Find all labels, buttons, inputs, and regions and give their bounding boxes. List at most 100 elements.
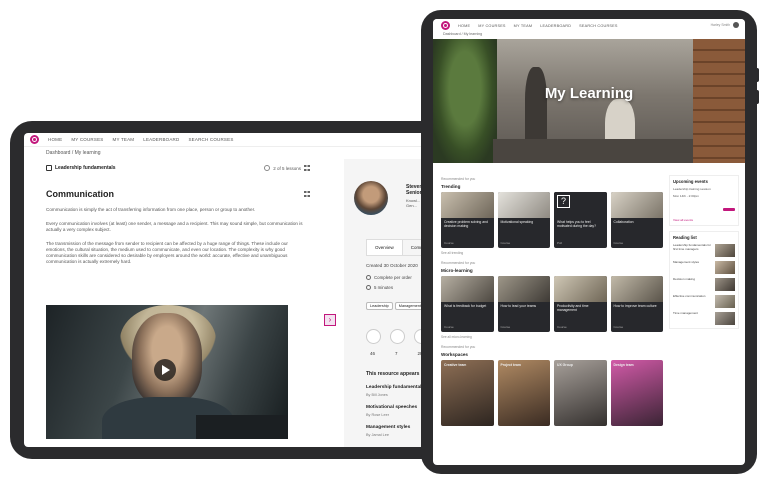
card-thumbnail (497, 276, 550, 302)
course-card[interactable]: How to lead your teams Course (497, 276, 550, 332)
card-type: Course (444, 241, 454, 245)
course-card[interactable]: Collaboration Course (610, 192, 663, 248)
tab-overview[interactable]: Overview (366, 239, 403, 256)
section-kicker: Recommended for you (441, 261, 476, 265)
nav-leaderboard[interactable]: LEADERBOARD (540, 24, 571, 28)
nav-my-team[interactable]: MY TEAM (514, 24, 533, 28)
register-button[interactable] (723, 208, 735, 211)
brand-logo-icon[interactable] (30, 135, 39, 144)
breadcrumb[interactable]: Dashboard / My learning (24, 147, 432, 159)
course-page-screen: HOME MY COURSES MY TEAM LEADERBOARD SEAR… (24, 133, 432, 447)
workspace-card[interactable]: Project team (497, 360, 550, 426)
nav-search-courses[interactable]: SEARCH COURSES (188, 137, 233, 142)
nav-leaderboard[interactable]: LEADERBOARD (143, 137, 179, 142)
list-item[interactable]: Decision making (673, 277, 735, 291)
related-course-title[interactable]: Management styles (366, 425, 410, 430)
nav-search-courses[interactable]: SEARCH COURSES (579, 24, 617, 28)
card-thumbnail (441, 360, 494, 426)
card-title: UX Group (557, 363, 573, 367)
comment-count: 7 (395, 351, 398, 356)
hero-desk (493, 139, 693, 163)
volume-button (755, 90, 759, 104)
card-thumbnail (497, 360, 550, 426)
poll-card[interactable]: ? What helps you to feel motivated durin… (554, 192, 607, 248)
course-card[interactable]: Productivity and time management Course (554, 276, 607, 332)
volume-button (755, 68, 759, 82)
related-course-title[interactable]: Motivational speeches (366, 405, 417, 410)
lesson-paragraph: Every communication involves (at least) … (46, 221, 303, 232)
card-thumbnail: ? (554, 192, 607, 218)
tag-leadership[interactable]: Leadership (366, 302, 393, 310)
lesson-video[interactable] (46, 305, 288, 439)
course-icon (46, 165, 52, 171)
hero-banner: My Learning (433, 39, 745, 163)
lesson-title: Communication (46, 189, 115, 199)
card-title: Creative team (444, 363, 467, 367)
landscape-tablet: HOME MY COURSES MY TEAM LEADERBOARD SEAR… (10, 121, 446, 459)
nav-home[interactable]: HOME (48, 137, 62, 142)
reading-list: Reading list Leadership fundamentals for… (669, 231, 739, 329)
course-card[interactable]: Creative problem solving and decision ma… (441, 192, 494, 248)
section-title: Workspaces (441, 352, 468, 357)
lesson-menu-icon[interactable] (304, 191, 310, 197)
my-learning-screen: HOME MY COURSES MY TEAM LEADERBOARD SEAR… (433, 19, 745, 465)
reading-thumbnail (715, 295, 735, 308)
card-thumbnail (554, 276, 607, 302)
course-card[interactable]: How to improve team culture Course (610, 276, 663, 332)
nav-home[interactable]: HOME (458, 24, 470, 28)
course-title[interactable]: Leadership fundamentals (46, 165, 116, 171)
course-card[interactable]: What is feedback for budget Course (441, 276, 494, 332)
breadcrumb[interactable]: Dashboard / My learning (433, 32, 745, 39)
card-title: Project team (500, 363, 521, 367)
list-item[interactable]: Time management (673, 311, 735, 325)
card-thumbnail (610, 360, 663, 426)
comment-button[interactable] (390, 329, 405, 344)
appears-in-heading: This resource appears in: (366, 371, 427, 377)
related-course-title[interactable]: Leadership fundamentals (366, 385, 424, 390)
card-type: Course (500, 241, 511, 245)
avatar (733, 22, 739, 28)
list-item[interactable]: Effective communication (673, 294, 735, 308)
nav-my-courses[interactable]: MY COURSES (71, 137, 103, 142)
list-item[interactable]: Management styles (673, 260, 735, 274)
see-all-link[interactable]: See all trending (441, 251, 663, 255)
lesson-paragraph: The transmission of the message from sen… (46, 241, 288, 264)
card-row: Creative team Project team UX Group Desi… (441, 360, 663, 426)
event-title[interactable]: Leadership training session (673, 187, 735, 191)
workspace-card[interactable]: Design team (610, 360, 663, 426)
reading-item-title: Decision making (673, 277, 696, 281)
workspace-card[interactable]: Creative team (441, 360, 494, 426)
reading-thumbnail (715, 312, 735, 325)
see-all-link[interactable]: See all micro-learning (441, 335, 663, 339)
reading-heading: Reading list (673, 235, 697, 240)
user-name: Harley Smith (710, 23, 730, 27)
brand-logo-icon[interactable] (441, 21, 450, 30)
section-kicker: Recommended for you (441, 177, 476, 181)
card-row: Creative problem solving and decision ma… (441, 192, 663, 248)
nav-my-courses[interactable]: MY COURSES (478, 24, 505, 28)
user-menu[interactable]: Harley Smith (711, 22, 739, 28)
nav-my-team[interactable]: MY TEAM (113, 137, 135, 142)
learning-sections: Recommended for you Trending Creative pr… (441, 175, 663, 426)
list-item[interactable]: Leadership fundamentals for first time m… (673, 243, 735, 257)
info-row-order: Complete per order (366, 275, 412, 280)
stat-buttons (366, 329, 429, 344)
expand-icon[interactable]: › (324, 314, 336, 326)
course-card[interactable]: Motivational speaking Course (497, 192, 550, 248)
created-date: Created 30 October 2020 (366, 263, 418, 268)
author-avatar[interactable] (354, 181, 388, 215)
top-nav: HOME MY COURSES MY TEAM LEADERBOARD SEAR… (433, 19, 745, 32)
section-micro-learning: Recommended for you Micro-learning What … (441, 261, 663, 339)
card-title: Design team (613, 363, 634, 367)
like-button[interactable] (366, 329, 381, 344)
play-icon[interactable] (154, 359, 176, 381)
section-title: Trending (441, 184, 461, 189)
reading-item-title: Management styles (673, 260, 700, 264)
view-all-events-link[interactable]: View all events (673, 218, 735, 222)
reading-thumbnail (715, 244, 735, 257)
course-header: Leadership fundamentals 2 of 5 lessons (24, 159, 320, 173)
workspace-card[interactable]: UX Group (554, 360, 607, 426)
events-heading: Upcoming events (673, 179, 708, 184)
menu-grid-icon[interactable] (304, 165, 310, 171)
tag-list: Leadership Management (366, 302, 425, 310)
